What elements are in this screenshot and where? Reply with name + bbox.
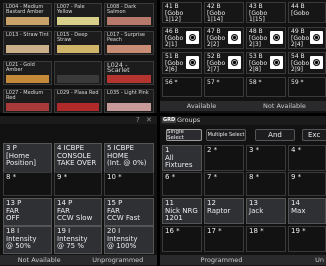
panel-title: Groups [177, 116, 201, 124]
gobo-cell[interactable]: 43 B [Gobo 1|15] [246, 2, 286, 23]
color-tile[interactable]: L017 - Surprise Peach [104, 31, 154, 55]
tab-not-available[interactable]: Not Available [243, 102, 326, 110]
group-cell[interactable]: 17 * [204, 226, 244, 252]
tab-not-available[interactable]: Not Available [0, 256, 79, 264]
gobo-image-icon [310, 56, 323, 69]
macro-cell[interactable]: 15 P FAR CCW Fast [104, 198, 154, 226]
macro-filter-tabs: Not Available Unprogrammed [0, 255, 157, 265]
gobo-filter-tabs: Available Not Available [160, 101, 326, 111]
gobo-cell[interactable]: 52 B [Gobo 2|7] [204, 52, 244, 74]
gobo-cell[interactable]: 54 B [Gobo 2|9] [288, 52, 326, 74]
group-cell[interactable]: 6 * [162, 172, 202, 196]
tab-available[interactable]: Available [160, 102, 243, 110]
group-cell[interactable]: 13 Jack [246, 198, 286, 224]
gobo-image-icon [270, 56, 283, 69]
gobo-cell[interactable]: 51 B [Gobo 2|6] [162, 52, 202, 74]
group-cell[interactable]: 18 * [246, 226, 286, 252]
macro-cell[interactable]: 9 * [54, 172, 102, 196]
app-logo: GRD [162, 117, 177, 123]
macro-cell[interactable]: 10 * [104, 172, 154, 196]
gobo-cell[interactable]: 59 * [288, 77, 326, 97]
color-tile[interactable]: L004 - Medium Bastard Amber [3, 3, 52, 27]
group-cell[interactable]: 9 * [288, 172, 326, 196]
group-cell[interactable]: 19 * [288, 226, 326, 252]
group-cell[interactable]: 7 * [204, 172, 244, 196]
group-cell[interactable]: 16 * [162, 226, 202, 252]
color-palette-pool: L004 - Medium Bastard Amber L007 - Pale … [0, 0, 157, 118]
gobo-image-icon [270, 31, 283, 44]
macro-cell[interactable]: 14 P FAR CCW Slow [54, 198, 102, 226]
color-tile[interactable]: L035 - Light Pink [104, 89, 154, 113]
multiple-select-button[interactable]: Multiple Select [206, 129, 246, 141]
group-cell[interactable]: 11 Nick NRG 1201 [162, 198, 202, 224]
group-cell[interactable]: 4 * [288, 145, 326, 171]
gobo-pool: 41 B [Gobo 1|12] 42 B [Gobo 1|14] 43 B [… [160, 0, 326, 113]
single-select-button[interactable]: Single Select [166, 129, 202, 141]
color-tile[interactable]: L029 - Plasa Red [54, 89, 102, 113]
group-cell[interactable]: 2 * [204, 145, 244, 171]
gobo-cell[interactable]: 47 B [Gobo 2|2] [204, 27, 244, 49]
gobo-cell[interactable]: 48 B [Gobo 2|3] [246, 27, 286, 49]
color-tile[interactable]: L024 - Scarlet [104, 61, 154, 85]
gobo-cell[interactable]: 56 * [162, 77, 202, 97]
title-bar [0, 116, 157, 124]
group-cell[interactable]: 3 * [246, 145, 286, 171]
color-tile[interactable]: L008 - Dark Salmon [104, 3, 154, 27]
group-cell[interactable]: 12 Raptor [204, 198, 244, 224]
gobo-cell[interactable]: 58 * [246, 77, 286, 97]
exclusive-button[interactable]: Exc [302, 129, 326, 141]
tab-unprogrammed[interactable]: Unprogrammed [79, 256, 158, 264]
gobo-image-icon [186, 56, 199, 69]
and-button[interactable]: And [255, 129, 295, 141]
group-cell[interactable]: 8 * [246, 172, 286, 196]
tab-programmed[interactable]: Programmed [160, 256, 283, 264]
macro-cell[interactable]: 19 I Intensity @ 75 % [54, 226, 102, 254]
help-button[interactable]: ? [136, 116, 140, 124]
groups-pool: GRD Groups Single Select Multiple Select… [160, 116, 326, 266]
gobo-cell[interactable]: 42 B [Gobo 1|14] [204, 2, 244, 23]
gobo-cell[interactable]: 57 * [204, 77, 244, 97]
macro-cell[interactable]: 20 I Intensity @ 100% [104, 226, 154, 254]
gobo-cell[interactable]: 41 B [Gobo 1|12] [162, 2, 202, 23]
macro-pool: ? ✕ 3 P [Home Position] 4 ICBPE CONSOLE … [0, 116, 157, 266]
macro-cell[interactable]: 8 * [3, 172, 52, 196]
groups-filter-tabs: Programmed Un [160, 255, 326, 265]
gobo-cell[interactable]: 49 B [Gobo 2|4] [288, 27, 326, 49]
gobo-image-icon [228, 31, 241, 44]
color-tile[interactable]: L015 - Deep Straw [54, 31, 102, 55]
color-tile[interactable]: L013 - Straw Tint [3, 31, 52, 55]
macro-cell[interactable]: 5 ICBPE HOME (Int. @ 0%) [104, 143, 154, 173]
gobo-cell[interactable]: 44 B [Gobo [288, 2, 326, 23]
macro-cell[interactable]: 3 P [Home Position] [3, 143, 52, 173]
close-icon[interactable]: ✕ [146, 116, 152, 124]
macro-cell[interactable]: 18 I Intensity @ 50% [3, 226, 52, 254]
gobo-image-icon [186, 31, 199, 44]
color-tile-empty[interactable] [54, 61, 102, 85]
color-tile[interactable]: L027 - Medium Red [3, 89, 52, 113]
gobo-image-icon [228, 56, 241, 69]
tab-unprogrammed[interactable]: Un [283, 256, 326, 264]
group-cell[interactable]: 1 All Fixtures [162, 145, 202, 171]
group-cell[interactable]: 14 Max [288, 198, 326, 224]
color-tile[interactable]: L007 - Pale Yellow [54, 3, 102, 27]
color-tile[interactable]: L021 - Gold Amber [3, 61, 52, 85]
gobo-cell[interactable]: 53 B [Gobo 2|8] [246, 52, 286, 74]
macro-cell[interactable]: 4 ICBPE CONSOLE TAKE OVER [54, 143, 102, 173]
gobo-cell[interactable]: 46 B [Gobo 2|1] [162, 27, 202, 49]
macro-cell[interactable]: 13 P FAR OFF [3, 198, 52, 226]
gobo-image-icon [310, 31, 323, 44]
